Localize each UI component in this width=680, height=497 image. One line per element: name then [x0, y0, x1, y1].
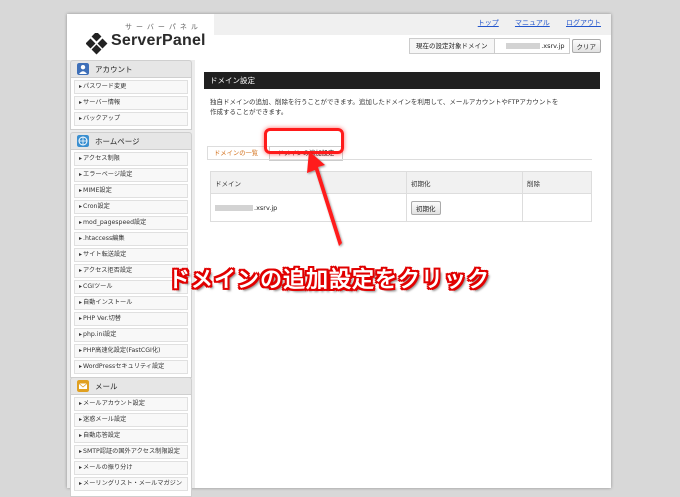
page-title: ドメイン設定: [204, 72, 600, 89]
domain-cell: .xsrv.jp: [210, 193, 407, 222]
top-links: トップ マニュアル ログアウト: [464, 18, 601, 28]
sidebar-list: パスワード変更 サーバー情報 バックアップ: [70, 78, 192, 130]
reset-cell: 初期化: [406, 193, 523, 222]
logo-name: ServerPanel: [111, 32, 206, 49]
sidebar-item-auto-install[interactable]: 自動インストール: [74, 296, 188, 310]
sidebar-header-homepage[interactable]: ホームページ: [70, 132, 192, 150]
globe-icon: [77, 135, 89, 147]
header: サーバーパネル ServerPanel トップ マニュアル ログアウト 現在の設…: [67, 14, 611, 60]
sidebar-item-backup[interactable]: バックアップ: [74, 112, 188, 126]
sidebar-item-mailing-list[interactable]: メーリングリスト・メールマガジン: [74, 477, 188, 491]
sidebar-item-fastcgi[interactable]: PHP高速化設定(FastCGI化): [74, 344, 188, 358]
serverpanel-logo[interactable]: サーバーパネル ServerPanel: [81, 21, 221, 57]
sidebar-header-mail[interactable]: メール: [70, 377, 192, 395]
redacted-block: [215, 204, 253, 211]
col-reset: 初期化: [406, 171, 523, 194]
reset-button[interactable]: 初期化: [411, 200, 441, 215]
sidebar-item-password[interactable]: パスワード変更: [74, 80, 188, 94]
clear-button[interactable]: クリア: [571, 39, 601, 53]
sidebar-item-site-redirect[interactable]: サイト転送設定: [74, 248, 188, 262]
sidebar-section-account: アカウント パスワード変更 サーバー情報 バックアップ: [70, 60, 192, 130]
table-row: .xsrv.jp 初期化: [210, 193, 592, 222]
sidebar-item-auto-reply[interactable]: 自動応答設定: [74, 429, 188, 443]
logo-kana: サーバーパネル: [125, 23, 202, 31]
sidebar-item-wp-security[interactable]: WordPressセキュリティ設定: [74, 360, 188, 374]
highlight-box: [264, 128, 344, 154]
main-content: ドメイン設定 独自ドメインの追加、削除を行うことができます。追加したドメインを利…: [204, 72, 600, 222]
sidebar-list: メールアカウント設定 迷惑メール設定 自動応答設定 SMTP認証の国外アクセス制…: [70, 395, 192, 497]
delete-cell: [522, 193, 592, 222]
link-manual[interactable]: マニュアル: [515, 19, 550, 27]
sidebar-header-label: メール: [95, 381, 118, 391]
person-icon: [77, 63, 89, 75]
page-description: 独自ドメインの追加、削除を行うことができます。追加したドメインを利用して、メール…: [204, 97, 600, 117]
current-domain: 現在の設定対象ドメイン .xsrv.jp クリア: [409, 38, 601, 54]
sidebar-item-pagespeed[interactable]: mod_pagespeed設定: [74, 216, 188, 230]
sidebar-item-mail-account[interactable]: メールアカウント設定: [74, 397, 188, 411]
current-domain-label: 現在の設定対象ドメイン: [410, 39, 495, 53]
tab-domain-list[interactable]: ドメインの一覧: [207, 146, 271, 160]
logo-diamond-icon: [86, 33, 108, 55]
description-line-2: 作成することができます。: [210, 108, 288, 116]
sidebar-header-account[interactable]: アカウント: [70, 60, 192, 78]
domain-suffix: .xsrv.jp: [541, 42, 565, 50]
sidebar-item-server-info[interactable]: サーバー情報: [74, 96, 188, 110]
sidebar-header-label: アカウント: [95, 64, 133, 74]
server-panel-window: サーバーパネル ServerPanel トップ マニュアル ログアウト 現在の設…: [67, 14, 611, 497]
sidebar-item-spam[interactable]: 迷惑メール設定: [74, 413, 188, 427]
sidebar-item-php-version[interactable]: PHP Ver.切替: [74, 312, 188, 326]
tab-divider: [207, 159, 592, 160]
redacted-block: [506, 43, 541, 49]
sidebar-item-access-limit[interactable]: アクセス制限: [74, 152, 188, 166]
domain-suffix: .xsrv.jp: [254, 203, 278, 212]
sidebar-section-mail: メール メールアカウント設定 迷惑メール設定 自動応答設定 SMTP認証の国外ア…: [70, 377, 192, 497]
sidebar-item-mime[interactable]: MIME設定: [74, 184, 188, 198]
sidebar-item-htaccess[interactable]: .htaccess編集: [74, 232, 188, 246]
domain-table: ドメイン 初期化 削除 .xsrv.jp 初期化: [210, 171, 592, 222]
envelope-icon: [77, 380, 89, 392]
sidebar-section-homepage: ホームページ アクセス制限 エラーページ設定 MIME設定 Cron設定 mod…: [70, 132, 192, 378]
sidebar-item-cron[interactable]: Cron設定: [74, 200, 188, 214]
current-domain-value: .xsrv.jp: [494, 39, 569, 53]
sidebar-header-label: ホームページ: [95, 136, 140, 146]
sidebar-item-error-page[interactable]: エラーページ設定: [74, 168, 188, 182]
link-logout[interactable]: ログアウト: [566, 19, 601, 27]
description-line-1: 独自ドメインの追加、削除を行うことができます。追加したドメインを利用して、メール…: [210, 98, 559, 106]
instruction-annotation: ドメインの追加設定をクリック: [168, 268, 491, 293]
sidebar-item-mail-filter[interactable]: メールの振り分け: [74, 461, 188, 475]
col-domain: ドメイン: [210, 171, 407, 194]
link-top[interactable]: トップ: [478, 19, 499, 27]
sidebar-item-php-ini[interactable]: php.ini設定: [74, 328, 188, 342]
table-header-row: ドメイン 初期化 削除: [210, 171, 592, 194]
col-delete: 削除: [522, 171, 592, 194]
sidebar-item-smtp-restrict[interactable]: SMTP認証の国外アクセス制限設定: [74, 445, 188, 459]
